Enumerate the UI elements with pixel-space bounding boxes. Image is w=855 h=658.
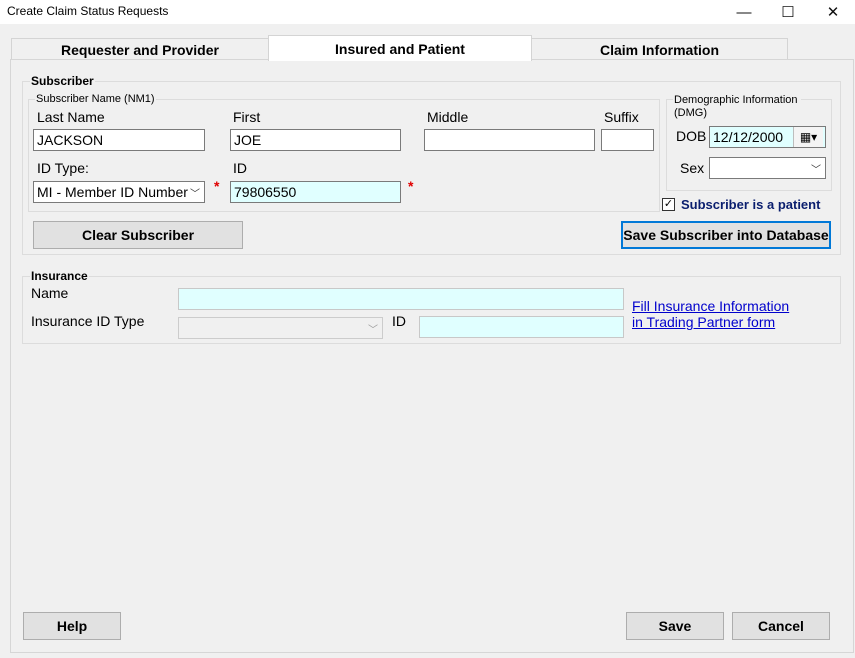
maximize-icon[interactable]: ☐ — [765, 0, 811, 24]
chevron-down-icon[interactable]: ﹀ — [811, 161, 821, 176]
help-button[interactable]: Help — [23, 612, 121, 640]
id-type-select[interactable]: MI - Member ID Number ﹀ — [33, 181, 205, 203]
insurance-id-field[interactable] — [419, 316, 624, 338]
dob-field[interactable]: 12/12/2000 ▦▾ — [709, 126, 826, 148]
clear-subscriber-button[interactable]: Clear Subscriber — [33, 221, 243, 249]
insurance-name-label: Name — [31, 285, 69, 301]
last-name-label: Last Name — [37, 109, 105, 125]
id-type-required-icon: * — [214, 178, 220, 194]
middle-name-label: Middle — [427, 109, 469, 125]
cancel-button[interactable]: Cancel — [732, 612, 830, 640]
subscriber-is-patient-checkbox[interactable]: ✓ — [662, 198, 675, 211]
first-name-field[interactable]: JOE — [230, 129, 401, 151]
save-subscriber-db-button[interactable]: Save Subscriber into Database — [621, 221, 831, 249]
insurance-id-type-label: Insurance ID Type — [31, 313, 145, 329]
fill-insurance-link-line1[interactable]: Fill Insurance Information — [632, 298, 789, 314]
first-name-label: First — [233, 109, 261, 125]
suffix-field[interactable] — [601, 129, 654, 151]
dob-label: DOB — [676, 128, 707, 144]
insurance-name-field[interactable] — [178, 288, 624, 310]
calendar-icon[interactable]: ▦▾ — [793, 127, 823, 147]
sex-label: Sex — [680, 160, 705, 176]
chevron-down-icon[interactable]: ﹀ — [368, 321, 378, 336]
subscriber-group-title: Subscriber — [30, 74, 95, 88]
subscriber-name-group-title: Subscriber Name (NM1) — [35, 93, 156, 105]
suffix-label: Suffix — [604, 109, 639, 125]
save-button[interactable]: Save — [626, 612, 724, 640]
fill-insurance-link-line2[interactable]: in Trading Partner form — [632, 314, 789, 330]
minimize-icon[interactable]: — — [721, 0, 767, 24]
tab-requester-provider[interactable]: Requester and Provider — [11, 38, 269, 60]
subscriber-is-patient-label[interactable]: Subscriber is a patient — [681, 197, 820, 212]
insurance-id-label: ID — [392, 313, 406, 329]
sex-select[interactable]: ﹀ — [709, 157, 826, 179]
demographic-group-title: Demographic Information (DMG) — [673, 94, 801, 120]
chevron-down-icon[interactable]: ﹀ — [190, 185, 200, 200]
window-title: Create Claim Status Requests — [7, 4, 169, 18]
insurance-id-type-select[interactable]: ﹀ — [178, 317, 383, 339]
close-icon[interactable]: ✕ — [810, 0, 855, 24]
fill-insurance-link[interactable]: Fill Insurance Information in Trading Pa… — [632, 298, 789, 330]
title-bar: Create Claim Status Requests — ☐ ✕ — [0, 0, 855, 24]
subscriber-id-field[interactable]: 79806550 — [230, 181, 401, 203]
tab-insured-patient[interactable]: Insured and Patient — [268, 35, 532, 61]
id-type-label: ID Type: — [37, 160, 89, 176]
last-name-field[interactable]: JACKSON — [33, 129, 205, 151]
middle-name-field[interactable] — [424, 129, 595, 151]
dob-value: 12/12/2000 — [713, 129, 784, 145]
subscriber-id-label: ID — [233, 160, 247, 176]
tab-claim-information[interactable]: Claim Information — [531, 38, 788, 60]
id-type-value: MI - Member ID Number — [37, 184, 188, 200]
insurance-group-title: Insurance — [30, 269, 89, 283]
subscriber-id-required-icon: * — [408, 178, 414, 194]
